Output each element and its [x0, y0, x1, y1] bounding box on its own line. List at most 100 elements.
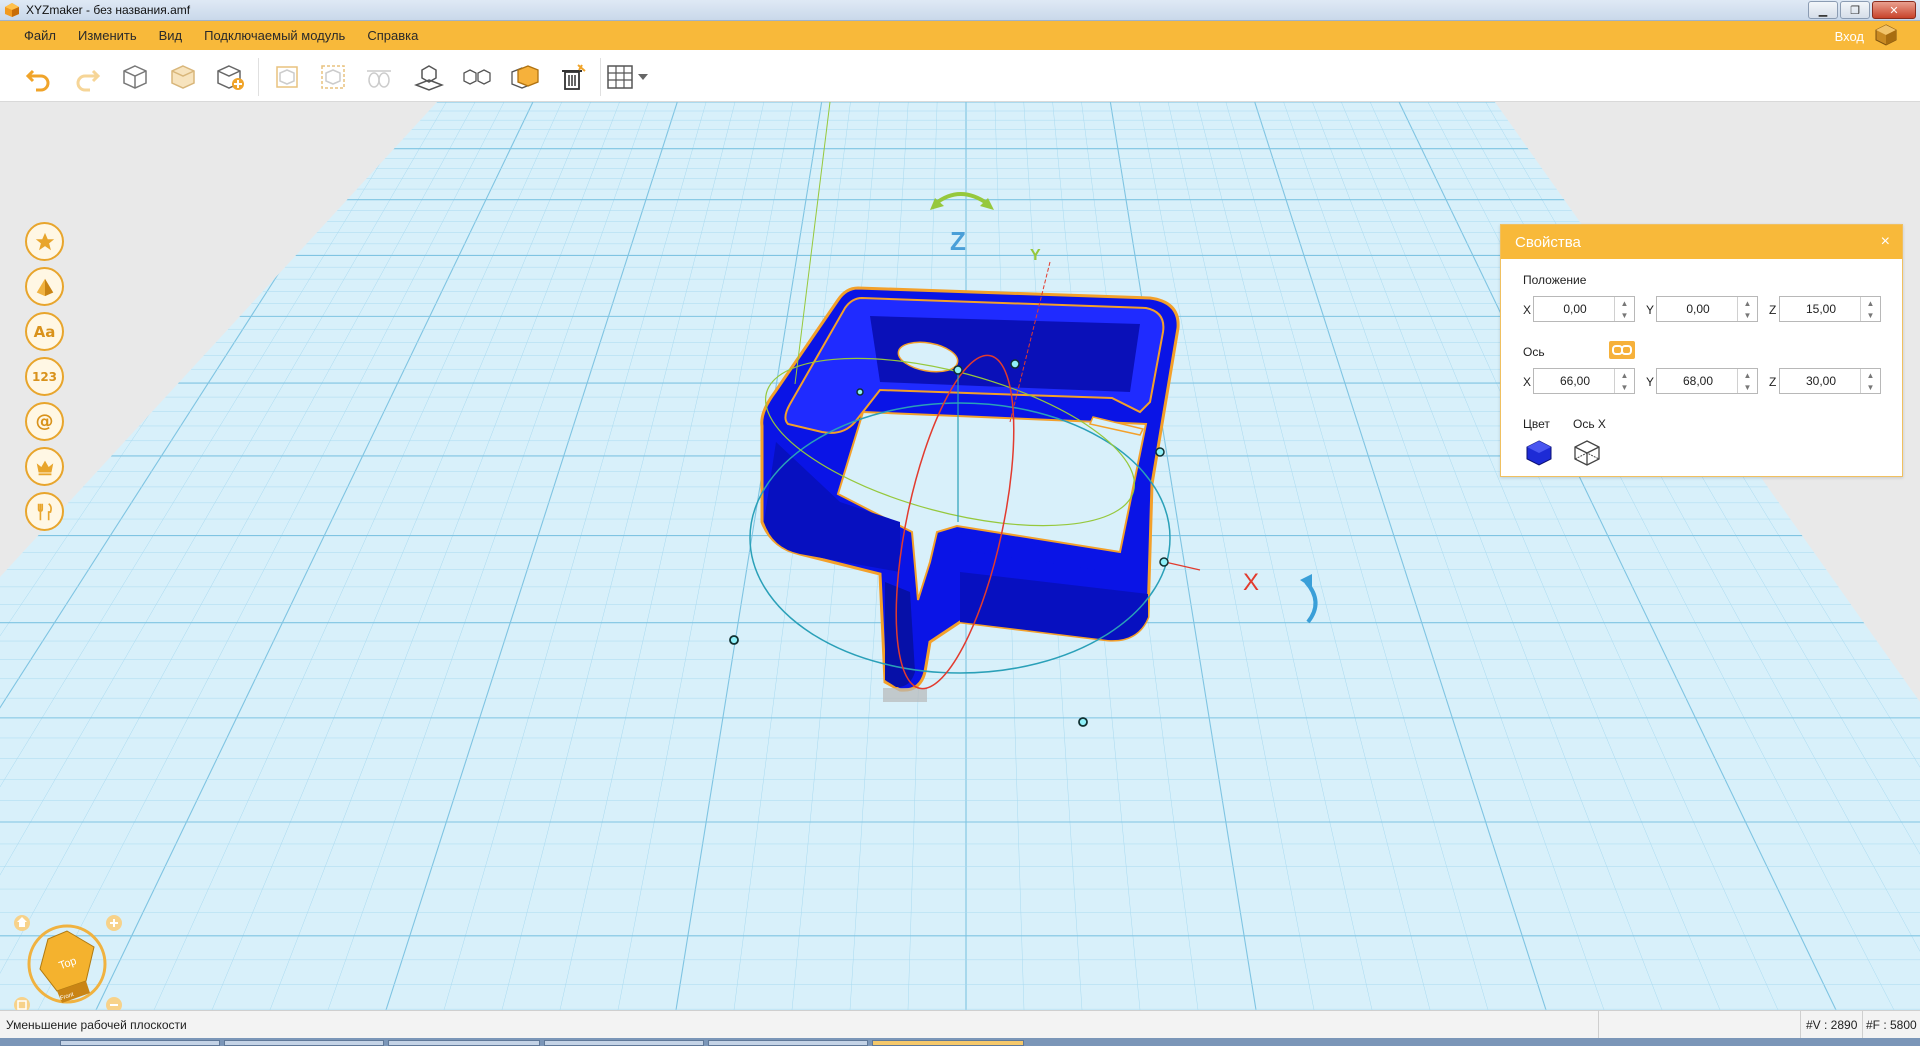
size-x-input[interactable] [1534, 369, 1616, 393]
3d-viewport[interactable]: Z Y X Aa 123 @ Свойства × Положение X 0,… [0, 102, 1920, 1010]
close-button[interactable]: ✕ [1872, 1, 1916, 19]
align-button[interactable] [362, 60, 396, 94]
size-y-field[interactable]: ▲▼ [1656, 368, 1758, 394]
taskbar-button[interactable] [708, 1040, 868, 1046]
mirror-button[interactable] [460, 60, 494, 94]
size-z-input[interactable] [1780, 369, 1862, 393]
axis-label: Ось [1523, 345, 1545, 359]
taskbar-button[interactable] [388, 1040, 540, 1046]
trash-icon [562, 64, 586, 90]
login-link[interactable]: Вход [1835, 29, 1864, 44]
size-z-up[interactable]: ▲ [1861, 369, 1880, 381]
palette-numbers-button[interactable]: 123 [25, 357, 64, 396]
vertex-count: #V : 2890 [1806, 1018, 1858, 1032]
wireframe-cube-icon[interactable] [1573, 439, 1601, 467]
taskbar-button[interactable] [544, 1040, 704, 1046]
position-y-input[interactable] [1657, 297, 1739, 321]
position-z-field[interactable]: ▲▼ [1779, 296, 1881, 322]
view-cube[interactable]: Top Front [12, 909, 122, 1019]
menu-view[interactable]: Вид [148, 28, 194, 43]
size-x-up[interactable]: ▲ [1615, 369, 1634, 381]
group-button[interactable] [270, 60, 304, 94]
add-object-button[interactable] [214, 60, 248, 94]
undo-button[interactable] [22, 60, 56, 94]
size-y-down[interactable]: ▼ [1738, 381, 1757, 393]
menu-help[interactable]: Справка [356, 28, 429, 43]
size-y-input[interactable] [1657, 369, 1739, 393]
menu-bar: Файл Изменить Вид Подключаемый модуль Сп… [0, 21, 1920, 50]
palette-shapes-button[interactable] [25, 267, 64, 306]
place-on-plane-icon [414, 65, 444, 91]
position-y-label: Y [1646, 303, 1655, 317]
menu-file[interactable]: Файл [13, 28, 67, 43]
link-proportions-icon[interactable] [1609, 341, 1635, 359]
axis-x-view-label: Ось X [1573, 417, 1606, 431]
copy-button[interactable] [166, 60, 200, 94]
undo-icon [25, 69, 50, 92]
cube-add-icon [217, 65, 244, 90]
group-icon [276, 66, 298, 88]
status-bar: Уменьшение рабочей плоскости #V : 2890 #… [0, 1010, 1920, 1039]
position-x-input[interactable] [1534, 297, 1616, 321]
taskbar-button[interactable] [224, 1040, 384, 1046]
app-logo-icon [5, 3, 19, 17]
position-x-label: X [1523, 303, 1532, 317]
size-x-field[interactable]: ▲▼ [1533, 368, 1635, 394]
fill-button[interactable] [508, 60, 542, 94]
properties-header: Свойства [1501, 225, 1902, 259]
size-z-down[interactable]: ▼ [1861, 381, 1880, 393]
size-z-field[interactable]: ▲▼ [1779, 368, 1881, 394]
grid-icon [607, 65, 648, 89]
position-label: Положение [1523, 273, 1587, 287]
menu-edit[interactable]: Изменить [67, 28, 148, 43]
minimize-button[interactable]: ▁ [1808, 1, 1838, 19]
position-y-field[interactable]: ▲▼ [1656, 296, 1758, 322]
at-icon: @ [35, 411, 54, 432]
redo-button[interactable] [70, 60, 104, 94]
account-cube-icon[interactable] [1874, 23, 1898, 47]
color-swatch-cube-icon[interactable] [1525, 439, 1553, 467]
fill-cube-icon [511, 65, 539, 89]
mirror-icon [463, 69, 491, 85]
axis-y-size-label: Y [1646, 375, 1655, 389]
size-x-down[interactable]: ▼ [1615, 381, 1634, 393]
position-y-down[interactable]: ▼ [1738, 309, 1757, 321]
y-axis-label: Y [1030, 247, 1041, 264]
taskbar [0, 1038, 1920, 1046]
position-z-down[interactable]: ▼ [1861, 309, 1880, 321]
place-on-plane-button[interactable] [412, 60, 446, 94]
position-x-field[interactable]: ▲▼ [1533, 296, 1635, 322]
taskbar-button-active[interactable] [872, 1040, 1024, 1046]
restore-button[interactable]: ❐ [1840, 1, 1870, 19]
position-z-up[interactable]: ▲ [1861, 297, 1880, 309]
zoom-in-icon[interactable] [106, 915, 122, 931]
palette-symbols-button[interactable]: @ [25, 402, 64, 441]
position-z-input[interactable] [1780, 297, 1862, 321]
shape-palette: Aa 123 @ [25, 222, 65, 537]
z-axis-label: Z [950, 226, 966, 256]
crown-icon [36, 460, 53, 475]
window-title: XYZmaker - без названия.amf [26, 3, 191, 17]
properties-title: Свойства [1515, 233, 1581, 251]
position-x-up[interactable]: ▲ [1615, 297, 1634, 309]
fork-knife-icon [37, 502, 52, 520]
properties-close-button[interactable]: × [1881, 233, 1890, 251]
grid-toggle-button[interactable] [606, 60, 652, 94]
palette-crown-button[interactable] [25, 447, 64, 486]
model-base-shadow [883, 688, 927, 702]
menu-plugins[interactable]: Подключаемый модуль [193, 28, 356, 43]
align-icon [367, 70, 391, 88]
delete-button[interactable] [556, 60, 590, 94]
palette-text-button[interactable]: Aa [25, 312, 64, 351]
position-y-up[interactable]: ▲ [1738, 297, 1757, 309]
palette-favorites-button[interactable] [25, 222, 64, 261]
size-y-up[interactable]: ▲ [1738, 369, 1757, 381]
x-axis-label: X [1243, 569, 1259, 596]
position-x-down[interactable]: ▼ [1615, 309, 1634, 321]
star-icon [35, 232, 54, 250]
home-view-icon[interactable] [14, 915, 30, 931]
new-object-button[interactable] [118, 60, 152, 94]
palette-tools-button[interactable] [25, 492, 64, 531]
ungroup-button[interactable] [316, 60, 350, 94]
taskbar-button[interactable] [60, 1040, 220, 1046]
